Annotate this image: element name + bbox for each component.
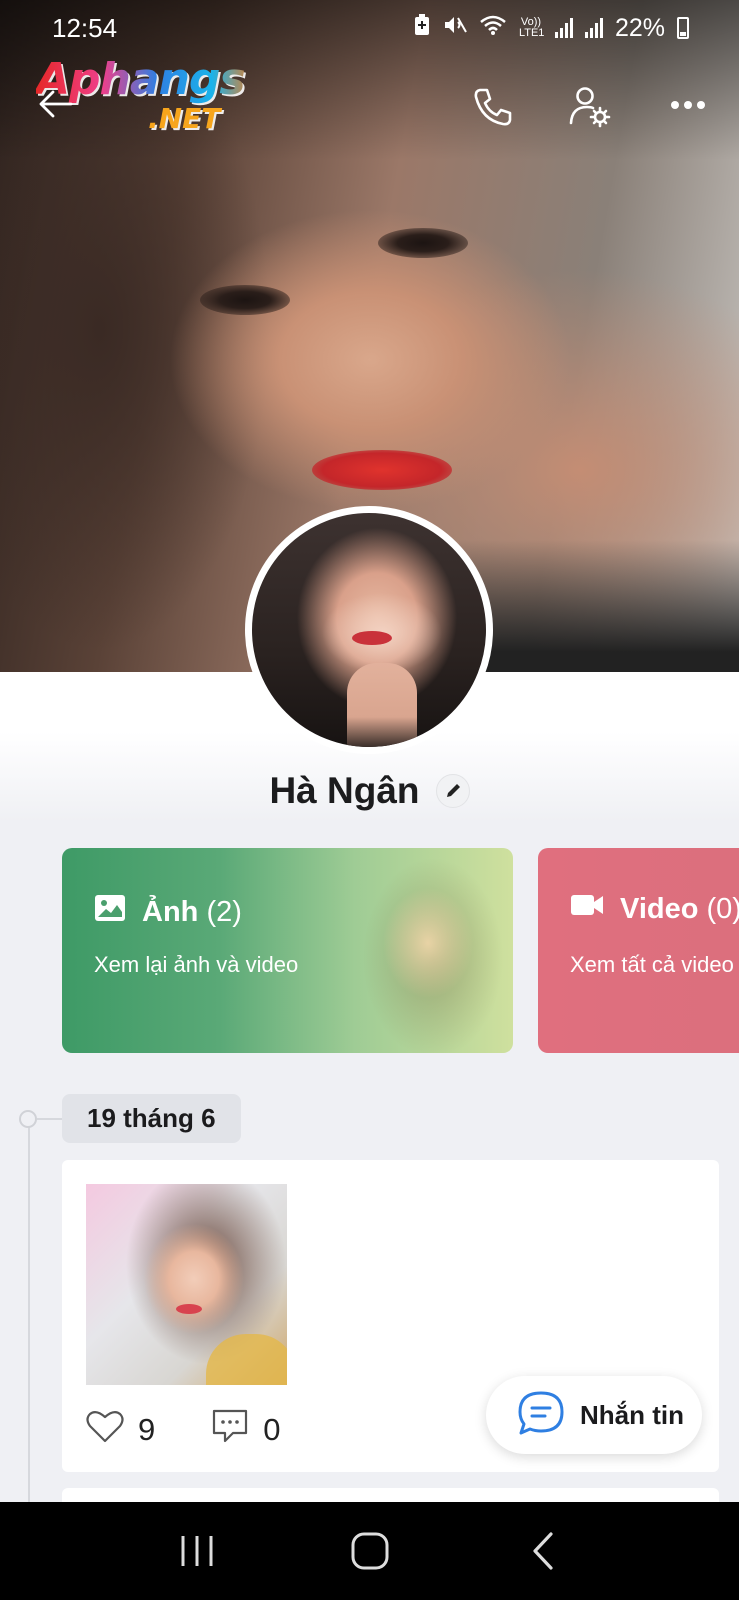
mute-icon <box>443 14 467 43</box>
recent-apps-icon[interactable] <box>167 1521 227 1581</box>
user-settings-icon[interactable] <box>565 82 615 132</box>
status-bar: 12:54 Vo)) LTE1 22% <box>0 0 739 56</box>
phone-icon[interactable] <box>468 82 518 132</box>
photos-title: Ảnh <box>142 895 199 928</box>
avatar-lips <box>352 631 392 645</box>
timeline-connector <box>37 1118 62 1120</box>
photos-card-title: Ảnh (2) <box>94 892 242 932</box>
photos-card-thumbnail <box>343 848 503 1053</box>
message-button[interactable]: Nhắn tin <box>486 1376 702 1454</box>
post-photo-lips <box>176 1304 202 1314</box>
system-nav-bar <box>0 1502 739 1600</box>
date-chip: 19 tháng 6 <box>62 1094 241 1143</box>
cover-eye-left <box>200 285 290 315</box>
timeline-line <box>28 1118 30 1503</box>
post-photo[interactable] <box>86 1184 287 1385</box>
like-button[interactable]: 9 <box>86 1409 155 1451</box>
wifi-icon <box>479 14 507 43</box>
video-camera-icon <box>570 892 604 926</box>
comment-icon <box>211 1408 249 1452</box>
videos-count: (0) <box>706 892 739 925</box>
like-count: 9 <box>138 1412 156 1447</box>
videos-card-title: Video (0) <box>570 892 739 926</box>
avatar[interactable] <box>245 506 493 754</box>
status-icons: Vo)) LTE1 22% <box>413 13 689 43</box>
photos-count: (2) <box>206 895 242 928</box>
watermark-bottom: .NET <box>148 102 221 135</box>
comment-count: 0 <box>263 1412 281 1447</box>
more-dots-icon[interactable] <box>666 90 710 120</box>
image-icon <box>94 892 126 932</box>
back-nav-icon[interactable] <box>513 1521 573 1581</box>
status-time: 12:54 <box>52 12 118 43</box>
profile-name: Hà Ngân <box>269 770 420 811</box>
avatar-neck <box>347 663 417 747</box>
videos-subtitle: Xem tất cả video <box>570 952 734 977</box>
videos-title: Video <box>620 892 699 925</box>
volte-label: Vo)) LTE1 <box>518 16 545 39</box>
photos-subtitle: Xem lại ảnh và video <box>94 952 299 977</box>
cover-lips <box>312 450 452 490</box>
signal-1-icon <box>554 18 573 38</box>
videos-card[interactable]: Video (0) Xem tất cả video <box>538 848 739 1053</box>
battery-icon <box>677 17 689 39</box>
pencil-icon[interactable] <box>435 774 470 808</box>
back-icon[interactable] <box>34 82 78 126</box>
battery-saver-icon <box>413 13 431 43</box>
chat-bubble-icon <box>516 1390 566 1441</box>
signal-2-icon <box>584 18 603 38</box>
comment-button[interactable]: 0 <box>211 1408 281 1452</box>
heart-icon <box>86 1409 124 1451</box>
home-icon[interactable] <box>340 1521 400 1581</box>
cover-eye-right <box>378 228 468 258</box>
battery-percent: 22% <box>614 13 665 42</box>
post-stats: 9 0 <box>86 1408 337 1452</box>
profile-name-row: Hà Ngân <box>0 770 739 812</box>
post-photo-shirt <box>206 1334 287 1385</box>
message-button-label: Nhắn tin <box>580 1399 684 1430</box>
photos-card[interactable]: Ảnh (2) Xem lại ảnh và video <box>62 848 513 1053</box>
cover-shadow <box>459 540 739 672</box>
timeline-dot <box>19 1110 37 1128</box>
